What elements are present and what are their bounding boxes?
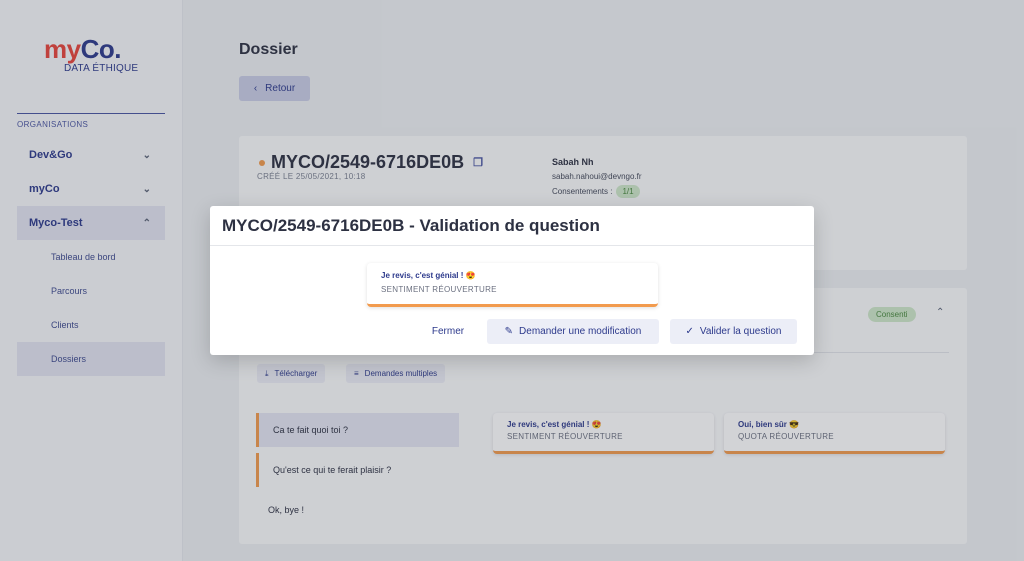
validate-question-label: Valider la question (699, 326, 782, 337)
answer-title: Je revis, c'est génial ! 😍 (381, 271, 476, 280)
check-icon: ✓ (685, 326, 694, 337)
request-modification-button[interactable]: ✎ Demander une modification (487, 319, 659, 344)
validation-modal: MYCO/2549-6716DE0B - Validation de quest… (210, 206, 814, 355)
pencil-icon: ✎ (504, 326, 514, 337)
close-button[interactable]: Fermer (420, 319, 476, 344)
request-modification-label: Demander une modification (519, 326, 642, 337)
answer-subtitle: SENTIMENT RÉOUVERTURE (381, 285, 497, 294)
modal-title: MYCO/2549-6716DE0B - Validation de quest… (222, 216, 600, 235)
validate-question-button[interactable]: ✓ Valider la question (670, 319, 797, 344)
modal-divider (210, 245, 814, 246)
modal-answer-card: Je revis, c'est génial ! 😍 SENTIMENT RÉO… (367, 263, 658, 307)
